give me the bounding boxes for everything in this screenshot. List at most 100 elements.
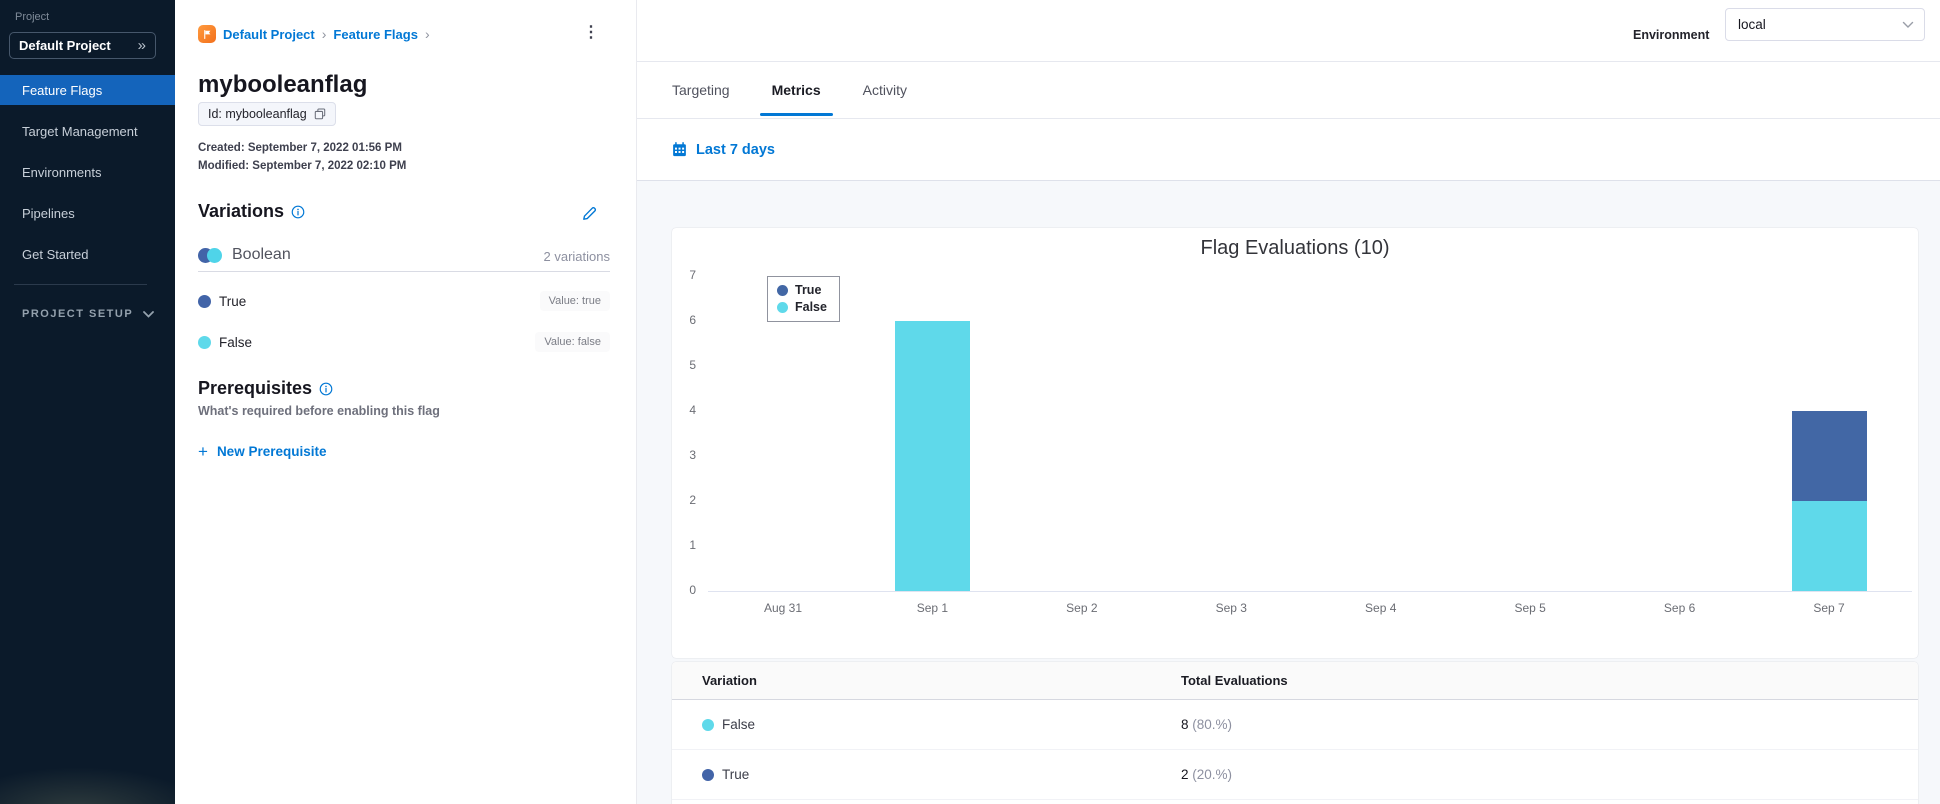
bar-sep-7-false <box>1791 501 1867 591</box>
x-axis-tick-label: Sep 5 <box>1514 601 1546 615</box>
plus-icon: + <box>198 442 208 461</box>
sidebar-item-environments[interactable]: Environments <box>0 157 175 187</box>
edit-variations-pencil-icon[interactable] <box>581 205 601 225</box>
feature-flags-logo-icon <box>198 25 216 43</box>
variation-type-row: Boolean <box>198 246 291 264</box>
copy-icon[interactable] <box>314 108 326 120</box>
evaluations-table: Variation Total Evaluations False 8 (80.%… <box>672 662 1918 804</box>
flag-detail-panel: Default Project › Feature Flags › ⋮ mybo… <box>175 0 637 804</box>
breadcrumb: Default Project › Feature Flags › <box>198 25 430 43</box>
sidebar-divider <box>14 284 147 285</box>
flag-id-text: Id: mybooleanflag <box>208 107 307 121</box>
bar-sep-1-false <box>894 321 970 591</box>
created-date: Created: September 7, 2022 01:56 PM <box>198 142 402 154</box>
sidebar-item-pipelines[interactable]: Pipelines <box>0 198 175 228</box>
variation-color-dot <box>702 768 714 781</box>
sidebar-item-get-started[interactable]: Get Started <box>0 239 175 269</box>
date-range-filter[interactable]: Last 7 days <box>672 142 775 158</box>
variations-heading-label: Variations <box>198 201 285 221</box>
chevron-down-icon <box>143 310 154 318</box>
sidebar-item-feature-flags[interactable]: Feature Flags <box>0 75 175 105</box>
new-prerequisite-label: New Prerequisite <box>216 444 327 459</box>
y-axis-tick-label: 2 <box>689 493 696 507</box>
sidebar-nav: Feature Flags Target Management Environmen… <box>0 75 175 280</box>
prerequisites-description: What's required before enabling this fla… <box>198 404 440 418</box>
evaluations-chart: Flag Evaluations (10) 0 1 2 3 4 5 6 7 Aug 31 Sep … <box>672 228 1918 658</box>
prerequisites-heading-label: Prerequisites <box>198 378 313 398</box>
metrics-content: Flag Evaluations (10) 0 1 2 3 4 5 6 7 Aug 31 Sep … <box>637 181 1940 804</box>
project-selector-value: Default Project <box>19 38 111 53</box>
environment-select[interactable]: local <box>1725 8 1925 41</box>
x-axis-tick-label: Sep 6 <box>1663 601 1696 615</box>
environment-label: Environment <box>1633 28 1710 42</box>
x-axis-line <box>708 591 1912 592</box>
main-panel: Environment local Targeting Metrics Activi… <box>637 0 1940 804</box>
flag-id-chip: Id: mybooleanflag <box>198 102 336 126</box>
table-row-false: False 8 (80.%) <box>672 700 1918 750</box>
sidebar-item-target-management[interactable]: Target Management <box>0 116 175 146</box>
breadcrumb-separator-icon: › <box>424 26 430 42</box>
sidebar-section-project-setup[interactable]: PROJECT SETUP <box>22 308 154 320</box>
legend-label: False <box>795 300 827 314</box>
table-row-true: True 2 (20.%) <box>672 750 1918 800</box>
variation-count: 2 variations <box>543 249 610 264</box>
project-selector[interactable]: Default Project » <box>9 32 156 59</box>
variation-list: True Value: true False Value: false <box>198 288 610 370</box>
breadcrumb-link-project[interactable]: Default Project <box>223 27 315 42</box>
tab-activity[interactable]: Activity <box>861 62 909 118</box>
y-axis-tick-label: 0 <box>689 583 696 597</box>
modified-date: Modified: September 7, 2022 02:10 PM <box>198 160 407 172</box>
variation-name: False <box>219 335 253 350</box>
breadcrumb-separator-icon: › <box>321 26 327 42</box>
legend-color-dot <box>777 284 788 296</box>
environment-select-value: local <box>1738 17 1766 32</box>
x-axis-tick-label: Sep 1 <box>916 601 949 615</box>
y-axis-tick-label: 5 <box>689 358 696 372</box>
variation-value-chip: Value: true <box>539 291 610 311</box>
chart-legend: True False <box>767 276 840 322</box>
new-prerequisite-button[interactable]: + New Prerequisite <box>198 443 326 460</box>
prerequisites-heading: Prerequisites <box>198 378 333 399</box>
boolean-type-icon <box>198 247 222 263</box>
project-setup-label: PROJECT SETUP <box>22 308 134 320</box>
x-axis-tick-label: Aug 31 <box>763 601 803 615</box>
variation-row-true: True Value: true <box>198 288 610 315</box>
table-cell-total: 2 (20.%) <box>1181 767 1233 782</box>
info-icon[interactable] <box>319 382 333 396</box>
table-header-variation: Variation <box>702 673 757 688</box>
project-label: Project <box>15 11 50 23</box>
calendar-icon <box>672 142 687 157</box>
chevron-down-icon <box>1902 21 1914 29</box>
variation-row-false: False Value: false <box>198 329 610 356</box>
y-axis-tick-label: 3 <box>689 448 696 462</box>
variations-heading: Variations <box>198 201 305 222</box>
variation-value-chip: Value: false <box>535 332 610 352</box>
x-axis-tick-label: Sep 2 <box>1066 601 1098 615</box>
table-cell-variation: False <box>722 717 756 732</box>
info-icon[interactable] <box>291 205 305 219</box>
y-axis-tick-label: 4 <box>689 403 696 417</box>
variation-type-label: Boolean <box>232 246 291 263</box>
variation-color-dot <box>702 718 714 731</box>
table-cell-variation: True <box>722 767 750 782</box>
table-body: False 8 (80.%) True 2 (20.%) <box>672 700 1918 800</box>
tab-targeting[interactable]: Targeting <box>670 62 732 118</box>
kebab-menu-icon[interactable]: ⋮ <box>581 22 601 44</box>
table-cell-total: 8 (80.%) <box>1181 717 1233 732</box>
x-axis-tick-label: Sep 4 <box>1365 601 1397 615</box>
tabs: Targeting Metrics Activity <box>637 62 1940 119</box>
double-chevron-right-icon: » <box>137 37 146 54</box>
x-axis-tick-label: Sep 3 <box>1215 601 1247 615</box>
chart-title: Flag Evaluations (10) <box>1200 237 1390 259</box>
sidebar: Project Default Project » Feature Flags T… <box>0 0 205 804</box>
environment-bar: Environment local <box>637 0 1940 62</box>
x-axis-tick-label: Sep 7 <box>1813 601 1845 615</box>
variations-divider <box>198 271 610 272</box>
tab-metrics[interactable]: Metrics <box>759 62 833 118</box>
table-header-total-evaluations: Total Evaluations <box>1181 673 1288 688</box>
breadcrumb-link-feature-flags[interactable]: Feature Flags <box>333 27 418 42</box>
table-header-row: Variation Total Evaluations <box>672 662 1918 700</box>
flag-title: mybooleanflag <box>198 71 368 98</box>
app-window: Project Default Project » Feature Flags T… <box>0 0 1940 804</box>
variation-name: True <box>219 294 247 309</box>
